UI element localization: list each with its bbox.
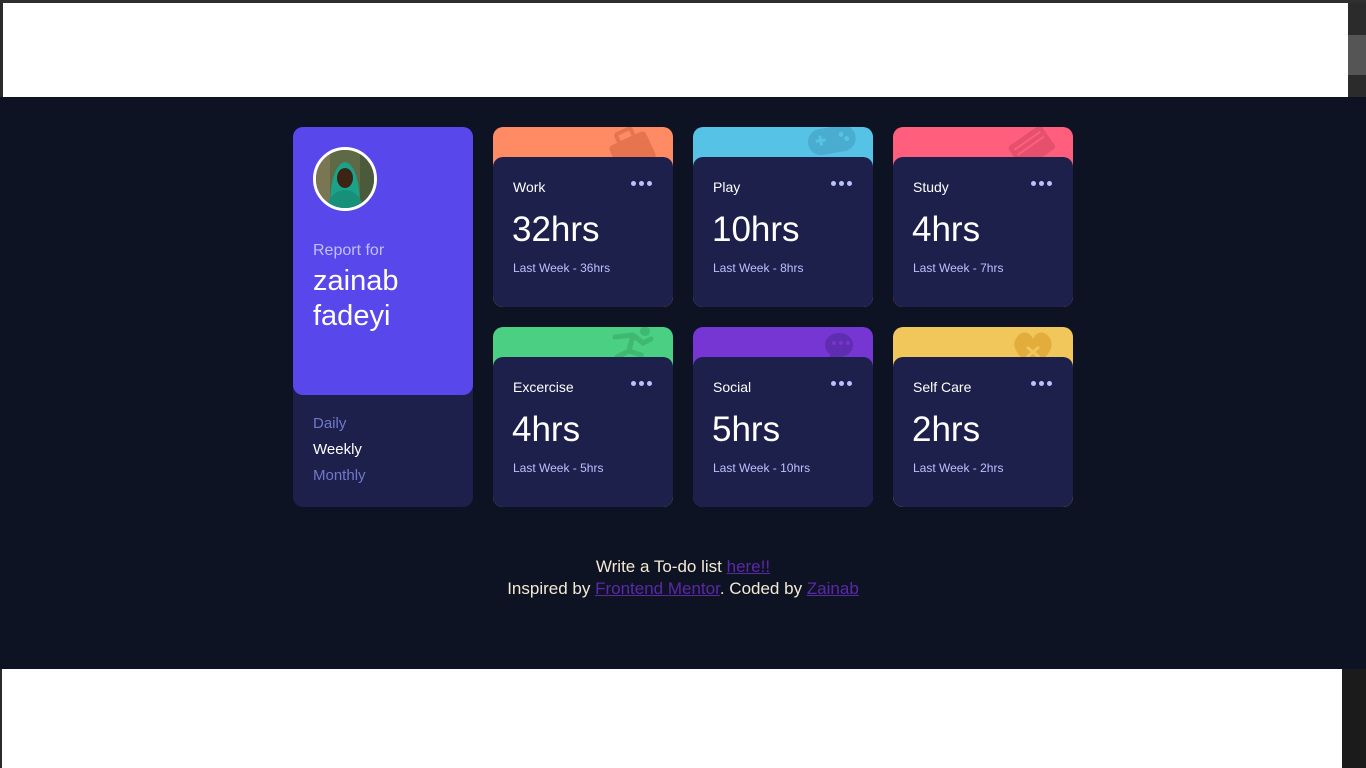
bottom-blank-panel	[2, 669, 1342, 768]
period-weekly[interactable]: Weekly	[313, 441, 362, 458]
activity-card-body[interactable]: Study 4hrs Last Week - 7hrs	[893, 157, 1073, 307]
activity-card-study: Study 4hrs Last Week - 7hrs	[893, 127, 1073, 307]
time-tracking-dashboard: Report for zainab fadeyi Daily Weekly Mo…	[0, 97, 1366, 669]
activity-card-play: Play 10hrs Last Week - 8hrs	[693, 127, 873, 307]
todo-text: Write a To-do list	[595, 557, 727, 576]
activity-hours: 2hrs	[912, 410, 981, 449]
activity-card-body[interactable]: Social 5hrs Last Week - 10hrs	[693, 357, 873, 507]
avatar	[313, 147, 377, 211]
ellipsis-icon[interactable]	[831, 379, 853, 387]
todo-link[interactable]: here!!	[727, 557, 770, 576]
activity-previous: Last Week - 36hrs	[513, 261, 611, 275]
period-daily[interactable]: Daily	[313, 415, 346, 432]
activity-card-social: Social 5hrs Last Week - 10hrs	[693, 327, 873, 507]
frontend-mentor-link[interactable]: Frontend Mentor	[595, 579, 720, 598]
activity-previous: Last Week - 5hrs	[513, 461, 604, 475]
attribution-line: Inspired by Frontend Mentor. Coded by Za…	[0, 579, 1366, 599]
user-name: zainab fadeyi	[313, 265, 399, 332]
bottom-right-edge	[1342, 669, 1366, 768]
period-monthly[interactable]: Monthly	[313, 467, 366, 484]
ellipsis-icon[interactable]	[831, 179, 853, 187]
author-link[interactable]: Zainab	[807, 579, 859, 598]
profile-card: Report for zainab fadeyi Daily Weekly Mo…	[293, 127, 473, 507]
ellipsis-icon[interactable]	[1031, 379, 1053, 387]
activity-title: Self Care	[913, 379, 972, 395]
top-blank-panel	[3, 3, 1348, 97]
activity-previous: Last Week - 10hrs	[713, 461, 811, 475]
activity-title: Study	[913, 179, 949, 195]
profile-header: Report for zainab fadeyi	[293, 127, 473, 395]
activity-hours: 4hrs	[512, 410, 581, 449]
activity-title: Excercise	[513, 379, 574, 395]
activity-hours: 32hrs	[512, 210, 600, 249]
activity-card-body[interactable]: Self Care 2hrs Last Week - 2hrs	[893, 357, 1073, 507]
activity-title: Play	[713, 179, 741, 195]
activity-card-exercise: Excercise 4hrs Last Week - 5hrs	[493, 327, 673, 507]
report-for-label: Report for	[313, 242, 385, 259]
ellipsis-icon[interactable]	[631, 379, 653, 387]
activity-hours: 4hrs	[912, 210, 981, 249]
activity-previous: Last Week - 7hrs	[913, 261, 1004, 275]
activity-hours: 10hrs	[712, 210, 800, 249]
browser-viewport: Report for zainab fadeyi Daily Weekly Mo…	[0, 0, 1366, 768]
activity-title: Work	[513, 179, 546, 195]
right-edge-panel	[1348, 35, 1366, 75]
activity-previous: Last Week - 2hrs	[913, 461, 1004, 475]
activity-card-selfcare: Self Care 2hrs Last Week - 2hrs	[893, 327, 1073, 507]
activity-card-work: Work 32hrs Last Week - 36hrs	[493, 127, 673, 307]
activity-title: Social	[713, 379, 752, 395]
inspired-text: Inspired by	[507, 579, 596, 598]
ellipsis-icon[interactable]	[631, 179, 653, 187]
activity-card-body[interactable]: Work 32hrs Last Week - 36hrs	[493, 157, 673, 307]
activity-previous: Last Week - 8hrs	[713, 261, 804, 275]
coded-by-text: . Coded by	[719, 579, 807, 598]
ellipsis-icon[interactable]	[1031, 179, 1053, 187]
activity-card-body[interactable]: Play 10hrs Last Week - 8hrs	[693, 157, 873, 307]
todo-line: Write a To-do list here!!	[0, 557, 1366, 577]
activity-card-body[interactable]: Excercise 4hrs Last Week - 5hrs	[493, 357, 673, 507]
activity-hours: 5hrs	[712, 410, 781, 449]
